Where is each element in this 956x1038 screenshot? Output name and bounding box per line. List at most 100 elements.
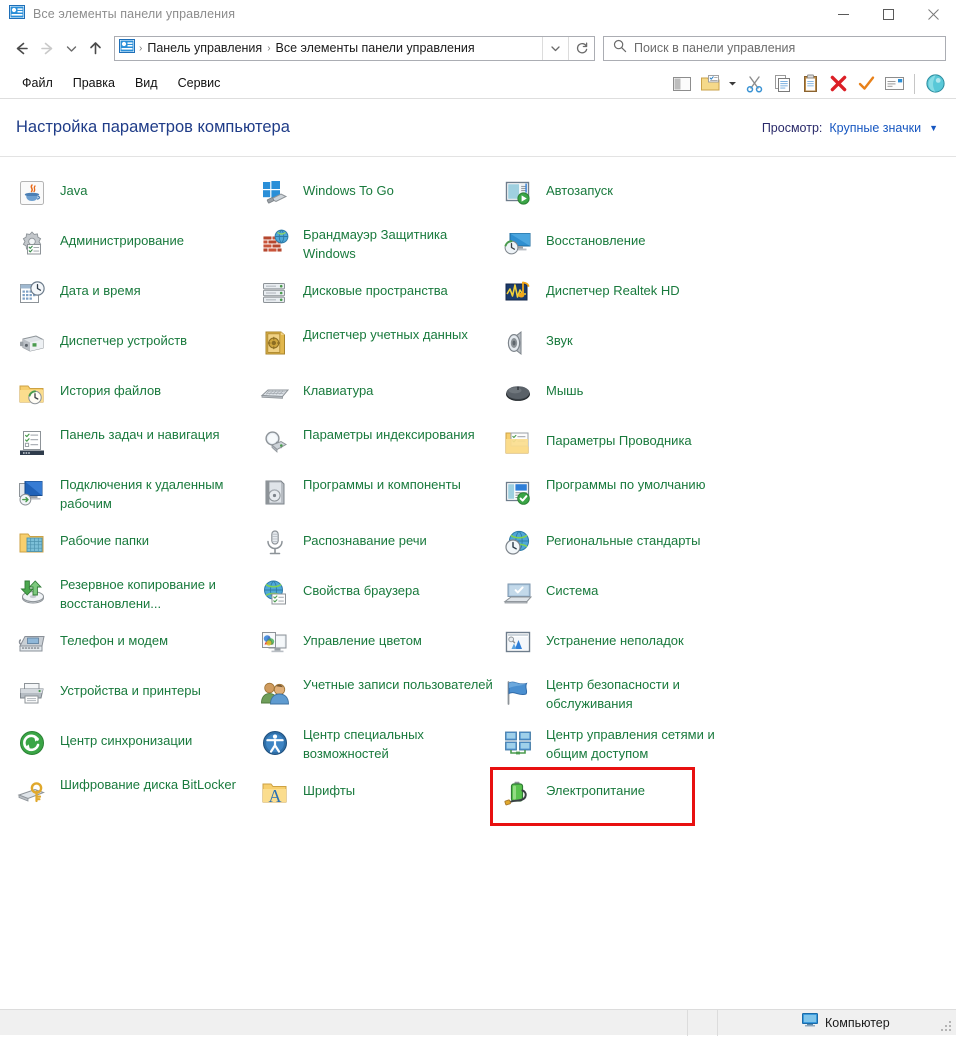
cp-item-label: Программы по умолчанию [546,473,705,494]
cp-item-user-accounts[interactable]: Учетные записи пользователей [257,673,507,723]
cp-item-speech-recognition[interactable]: Распознавание речи [257,523,507,573]
cp-item-internet-options[interactable]: Свойства браузера [257,573,507,623]
file-history-icon [14,375,50,411]
cp-item-file-explorer-options[interactable]: Параметры Проводника [500,423,750,473]
shell-help-icon[interactable] [922,71,948,97]
cp-item-storage-spaces[interactable]: Дисковые пространства [257,273,507,323]
cp-item-label: Устранение неполадок [546,623,684,650]
title-bar: Все элементы панели управления [0,0,956,28]
cp-item-firewall[interactable]: Брандмауэр Защитника Windows [257,223,507,273]
items-column-1: Java Администрирование [14,173,264,823]
view-chevron-down-icon[interactable]: ▼ [929,123,938,133]
checkmark-icon[interactable] [853,71,879,97]
breadcrumb-item-all-items[interactable]: Все элементы панели управления [272,37,479,60]
menu-toolbar-row: Файл Правка Вид Сервис [0,68,956,99]
address-dropdown-chevron-down-icon[interactable] [542,37,568,60]
cp-item-label: Панель задач и навигация [60,423,220,444]
new-folder-chevron-down-icon[interactable] [725,71,739,97]
ease-of-access-icon [257,725,293,761]
cp-item-system[interactable]: Система [500,573,750,623]
back-button[interactable] [8,35,34,61]
cp-item-indexing-options[interactable]: Параметры индексирования [257,423,507,473]
menu-item-view[interactable]: Вид [125,73,168,93]
cp-item-label: Мышь [546,373,583,400]
forward-button[interactable] [34,35,60,61]
status-segment-left [0,1010,688,1036]
cp-item-device-manager[interactable]: Диспетчер устройств [14,323,264,373]
menu-item-edit[interactable]: Правка [63,73,125,93]
phone-modem-icon [14,625,50,661]
resize-grip[interactable] [941,1020,953,1032]
up-button[interactable] [82,35,108,61]
cp-item-recovery[interactable]: Восстановление [500,223,750,273]
delete-x-icon[interactable] [825,71,851,97]
cp-item-color-management[interactable]: Управление цветом [257,623,507,673]
cp-item-label: Центр специальных возможностей [303,723,498,763]
cp-item-label: Параметры Проводника [546,423,692,450]
close-button[interactable] [911,0,956,28]
color-management-icon [257,625,293,661]
cp-item-realtek-hd[interactable]: Диспетчер Realtek HD [500,273,750,323]
speech-recognition-icon [257,525,293,561]
cp-item-phone-modem[interactable]: Телефон и модем [14,623,264,673]
cp-item-sound[interactable]: Звук [500,323,750,373]
cp-item-backup-restore[interactable]: Резервное копирование и восстановлени... [14,573,264,623]
taskbar-navigation-icon [14,425,50,461]
cp-item-network-sharing-center[interactable]: Центр управления сетями и общим доступом [500,723,750,773]
paste-clipboard-icon[interactable] [797,71,823,97]
page-title: Настройка параметров компьютера [16,118,290,137]
cp-item-ease-of-access[interactable]: Центр специальных возможностей [257,723,507,773]
cp-item-label: Подключения к удаленным рабочим [60,473,255,513]
cp-item-taskbar-navigation[interactable]: Панель задач и навигация [14,423,264,473]
new-folder-icon[interactable] [697,71,723,97]
cp-item-bitlocker[interactable]: Шифрование диска BitLocker [14,773,264,823]
cp-item-work-folders[interactable]: Рабочие папки [14,523,264,573]
cp-item-sync-center[interactable]: Центр синхронизации [14,723,264,773]
cp-item-windows-to-go[interactable]: Windows To Go [257,173,507,223]
cp-item-credential-manager[interactable]: Диспетчер учетных данных [257,323,507,373]
cp-item-fonts[interactable]: A Шрифты [257,773,507,823]
breadcrumb-item-control-panel[interactable]: Панель управления [143,37,266,60]
address-bar[interactable]: › Панель управления › Все элементы панел… [114,36,595,61]
cp-item-autoplay[interactable]: Автозапуск [500,173,750,223]
date-time-icon [14,275,50,311]
bitlocker-icon [14,775,50,811]
refresh-icon[interactable] [568,37,594,60]
maximize-button[interactable] [866,0,911,28]
items-column-3: Автозапуск Восстановление [500,173,750,823]
troubleshooting-icon [500,625,536,661]
search-box[interactable]: Поиск в панели управления [603,36,946,61]
cp-item-devices-printers[interactable]: Устройства и принтеры [14,673,264,723]
cp-item-region[interactable]: Региональные стандарты [500,523,750,573]
rename-properties-icon[interactable] [881,71,907,97]
network-sharing-center-icon [500,725,536,761]
cut-scissors-icon[interactable] [741,71,767,97]
cp-item-administrative-tools[interactable]: Администрирование [14,223,264,273]
minimize-button[interactable] [821,0,866,28]
items-column-2: Windows To Go Бран [257,173,507,823]
menu-item-file[interactable]: Файл [12,73,63,93]
cp-item-programs-features[interactable]: Программы и компоненты [257,473,507,523]
recent-locations-button[interactable] [60,35,82,61]
cp-item-label: Шрифты [303,773,355,800]
cp-item-label: Дисковые пространства [303,273,448,300]
cp-item-power-options[interactable]: Электропитание [500,773,750,823]
cp-item-file-history[interactable]: История файлов [14,373,264,423]
menu-item-tools[interactable]: Сервис [168,73,231,93]
cp-item-remote-desktop[interactable]: Подключения к удаленным рабочим [14,473,264,523]
cp-item-label: Дата и время [60,273,141,300]
cp-item-java[interactable]: Java [14,173,264,223]
cp-item-default-programs[interactable]: Программы по умолчанию [500,473,750,523]
cp-item-security-maintenance[interactable]: Центр безопасности и обслуживания [500,673,750,723]
view-value[interactable]: Крупные значки [829,121,921,135]
cp-item-keyboard[interactable]: Клавиатура [257,373,507,423]
firewall-icon [257,225,293,261]
cp-item-label: Управление цветом [303,623,422,650]
cp-item-troubleshooting[interactable]: Устранение неполадок [500,623,750,673]
search-input[interactable]: Поиск в панели управления [634,41,795,55]
layout-pane-icon[interactable] [669,71,695,97]
cp-item-mouse[interactable]: Мышь [500,373,750,423]
cp-item-date-time[interactable]: Дата и время [14,273,264,323]
cp-item-label: Клавиатура [303,373,373,400]
copy-icon[interactable] [769,71,795,97]
